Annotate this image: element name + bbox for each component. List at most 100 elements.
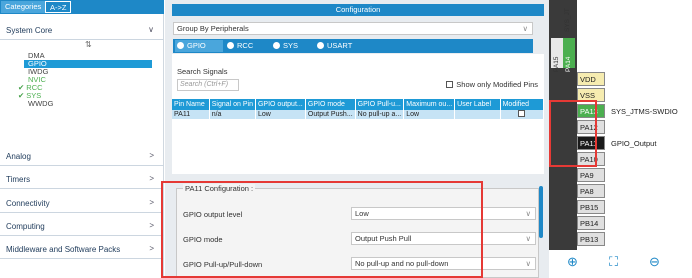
- select-value: Group By Peripherals: [177, 24, 249, 33]
- select-value: No pull-up and no pull-down: [355, 259, 449, 268]
- col-header[interactable]: Modified: [500, 99, 545, 110]
- zoom-out-icon[interactable]: ⊖: [649, 254, 660, 270]
- system-core-list: DMA GPIO IWDG NVIC ✔ RCC ✔ SYS WWDG: [0, 52, 164, 108]
- list-item-wwdg[interactable]: WWDG: [0, 100, 164, 108]
- search-input[interactable]: Search (Ctrl+F): [177, 79, 239, 91]
- show-modified-checkbox[interactable]: Show only Modified Pins: [446, 80, 538, 89]
- tab-categories[interactable]: Categories: [1, 1, 46, 13]
- category-analog[interactable]: Analog >: [0, 148, 164, 166]
- pin-pa15[interactable]: PA15: [551, 38, 563, 72]
- gpio-mode-select[interactable]: Output Push Pull ∨: [351, 232, 536, 245]
- gpio-output-level-select[interactable]: Low ∨: [351, 207, 536, 220]
- col-header[interactable]: Pin Name: [172, 99, 210, 110]
- col-header[interactable]: Signal on Pin: [209, 99, 256, 110]
- tab-gpio[interactable]: GPIO: [175, 40, 223, 52]
- chevron-down-icon: ∨: [525, 209, 532, 218]
- chevron-right-icon: >: [149, 174, 154, 183]
- sort-icon[interactable]: ⇅: [85, 40, 92, 49]
- gpio-pull-select[interactable]: No pull-up and no pull-down ∨: [351, 257, 536, 270]
- pin-pa14[interactable]: PA14: [563, 38, 575, 72]
- pin-signal-label: GPIO_Output: [611, 139, 657, 148]
- pin-pb13[interactable]: PB13: [577, 232, 605, 246]
- category-system-core[interactable]: System Core ∨: [0, 22, 164, 40]
- list-item-iwdg[interactable]: IWDG: [0, 68, 164, 76]
- list-item-rcc[interactable]: ✔ RCC: [0, 84, 164, 92]
- cell: [454, 110, 501, 119]
- select-value: Output Push Pull: [355, 234, 412, 243]
- checkbox-label: Show only Modified Pins: [456, 80, 538, 89]
- chevron-right-icon: >: [149, 198, 154, 207]
- category-label: Computing: [6, 222, 45, 231]
- cell: PA11: [172, 110, 210, 119]
- tab-rcc[interactable]: RCC: [225, 40, 269, 52]
- cell: Low: [255, 110, 306, 119]
- tab-label: USART: [327, 41, 353, 50]
- chevron-down-icon: ∨: [525, 259, 532, 268]
- tab-usart[interactable]: USART: [315, 40, 371, 52]
- tab-sys[interactable]: SYS: [271, 40, 313, 52]
- pin-pa10[interactable]: PA10: [577, 152, 605, 166]
- chevron-down-icon: ∨: [525, 234, 532, 243]
- col-header[interactable]: Maximum ou...: [403, 99, 456, 110]
- configuration-panel: Configuration Group By Peripherals ∨ GPI…: [165, 0, 549, 278]
- col-header[interactable]: GPIO mode: [305, 99, 356, 110]
- chevron-right-icon: >: [149, 221, 154, 230]
- pin-pa8[interactable]: PA8: [577, 184, 605, 198]
- category-timers[interactable]: Timers >: [0, 171, 164, 189]
- pin-label-sys-jt: SYS_JT: [563, 4, 575, 34]
- gpio-area: Search Signals Search (Ctrl+F) Show only…: [172, 54, 545, 174]
- check-circle-icon: [273, 42, 280, 49]
- tab-a-z[interactable]: A->Z: [45, 1, 72, 13]
- pin-signal-label: SYS_JTMS-SWDIO: [611, 107, 678, 116]
- zoom-in-icon[interactable]: ⊕: [567, 254, 578, 270]
- check-circle-icon: [227, 42, 234, 49]
- peripheral-tabs: GPIO RCC SYS USART: [173, 39, 533, 53]
- group-by-select[interactable]: Group By Peripherals ∨: [173, 22, 533, 35]
- category-label: Timers: [6, 175, 31, 184]
- checkbox[interactable]: [446, 81, 454, 88]
- col-header[interactable]: User Label: [454, 99, 501, 110]
- check-icon: ✔: [18, 91, 25, 100]
- scrollbar[interactable]: [539, 186, 543, 238]
- check-circle-icon: [177, 42, 184, 49]
- col-header[interactable]: GPIO Pull-u...: [355, 99, 405, 110]
- pa11-frame: PA11 Configuration : GPIO output level L…: [176, 184, 539, 278]
- pin-vss[interactable]: VSS: [577, 88, 605, 102]
- modified-checkbox[interactable]: [518, 110, 526, 117]
- tab-label: SYS: [283, 41, 299, 50]
- pin-pb14[interactable]: PB14: [577, 216, 605, 230]
- col-header[interactable]: GPIO output...: [255, 99, 306, 110]
- pin-pb15[interactable]: PB15: [577, 200, 605, 214]
- category-connectivity[interactable]: Connectivity >: [0, 195, 164, 213]
- table-header: Pin Name Signal on Pin GPIO output... GP…: [172, 99, 545, 110]
- chip-toolbar: ⊕ ⛶ ⊖: [549, 250, 692, 278]
- list-item-sys[interactable]: ✔ SYS: [0, 92, 164, 100]
- fit-icon[interactable]: ⛶: [609, 254, 618, 270]
- list-item-dma[interactable]: DMA: [0, 52, 164, 60]
- search-label: Search Signals: [177, 67, 228, 76]
- pin-pa11[interactable]: PA11: [577, 136, 605, 150]
- pin-table: Pin Name Signal on Pin GPIO output... GP…: [172, 99, 545, 119]
- category-label: System Core: [6, 26, 53, 35]
- category-middleware[interactable]: Middleware and Software Packs >: [0, 241, 164, 259]
- pin-pa9[interactable]: PA9: [577, 168, 605, 182]
- pin-label-text: SYS_JT: [564, 8, 571, 32]
- cell: Output Push...: [305, 110, 356, 119]
- pin-pa13[interactable]: PA13: [577, 104, 605, 118]
- modified-cell: [500, 110, 545, 119]
- tab-label: RCC: [237, 41, 254, 50]
- list-item-nvic[interactable]: NVIC: [0, 76, 164, 84]
- panel-title: Configuration: [172, 4, 544, 16]
- prop-label: GPIO Pull-up/Pull-down: [183, 260, 263, 269]
- cell: No pull-up a...: [355, 110, 405, 119]
- select-value: Low: [355, 209, 369, 218]
- category-label: Connectivity: [6, 199, 50, 208]
- prop-label: GPIO mode: [183, 235, 223, 244]
- categories-panel: Categories A->Z System Core ∨ ⇅ DMA GPIO…: [0, 0, 164, 278]
- pin-pa12[interactable]: PA12: [577, 120, 605, 134]
- table-row[interactable]: PA11 n/a Low Output Push... No pull-up a…: [172, 110, 545, 119]
- pin-vdd[interactable]: VDD: [577, 72, 605, 86]
- pin-name: PA14: [565, 56, 572, 72]
- category-computing[interactable]: Computing >: [0, 218, 164, 236]
- pin-name: PA15: [553, 56, 560, 72]
